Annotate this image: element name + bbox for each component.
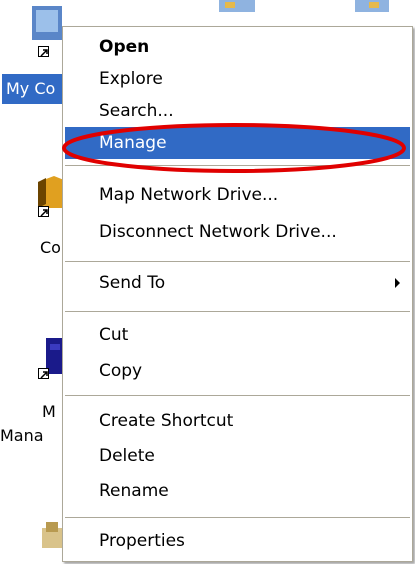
submenu-arrow-icon	[395, 278, 400, 288]
menu-item-delete[interactable]: Delete	[65, 440, 410, 472]
desktop-icon-fragment	[355, 0, 389, 12]
context-menu: Open Explore Search... Manage Map Networ…	[62, 26, 413, 562]
desktop-icon-3-label-line2: Mana	[0, 426, 44, 445]
menu-item-send-to-label: Send To	[99, 273, 166, 293]
desktop-icon-3[interactable]: M Mana	[0, 330, 64, 450]
menu-item-properties[interactable]: Properties	[65, 525, 410, 557]
menu-item-map-network-drive[interactable]: Map Network Drive...	[65, 179, 410, 211]
menu-item-explore[interactable]: Explore	[65, 63, 410, 95]
my-computer-desktop-icon[interactable]: My Co	[0, 0, 64, 106]
desktop-icon-4[interactable]	[40, 520, 64, 550]
menu-separator	[65, 311, 410, 312]
desktop-icon-2-label: Co	[40, 238, 61, 257]
menu-item-cut[interactable]: Cut	[65, 319, 410, 351]
desktop-icon-fragment	[219, 0, 255, 12]
menu-item-disconnect-network-drive[interactable]: Disconnect Network Drive...	[65, 216, 410, 248]
shortcut-arrow-icon	[38, 46, 49, 57]
menu-separator	[65, 261, 410, 262]
menu-item-manage[interactable]: Manage	[65, 127, 410, 159]
desktop-icon-2[interactable]: Co	[30, 170, 64, 270]
menu-item-rename[interactable]: Rename	[65, 475, 410, 507]
my-computer-icon	[32, 6, 62, 40]
menu-separator	[65, 395, 410, 396]
shortcut-arrow-icon	[38, 206, 49, 217]
menu-separator	[65, 517, 410, 518]
shortcut-arrow-icon	[38, 368, 49, 379]
desktop-icon-3-label-line1: M	[42, 402, 56, 421]
menu-item-copy[interactable]: Copy	[65, 355, 410, 387]
menu-item-open[interactable]: Open	[65, 31, 410, 63]
menu-item-send-to[interactable]: Send To	[65, 267, 410, 299]
my-computer-label: My Co	[2, 74, 64, 104]
menu-separator	[65, 165, 410, 166]
menu-item-search[interactable]: Search...	[65, 95, 410, 127]
menu-item-create-shortcut[interactable]: Create Shortcut	[65, 405, 410, 437]
desktop: My Co Co M Mana Open Explore Search... M	[0, 0, 415, 564]
